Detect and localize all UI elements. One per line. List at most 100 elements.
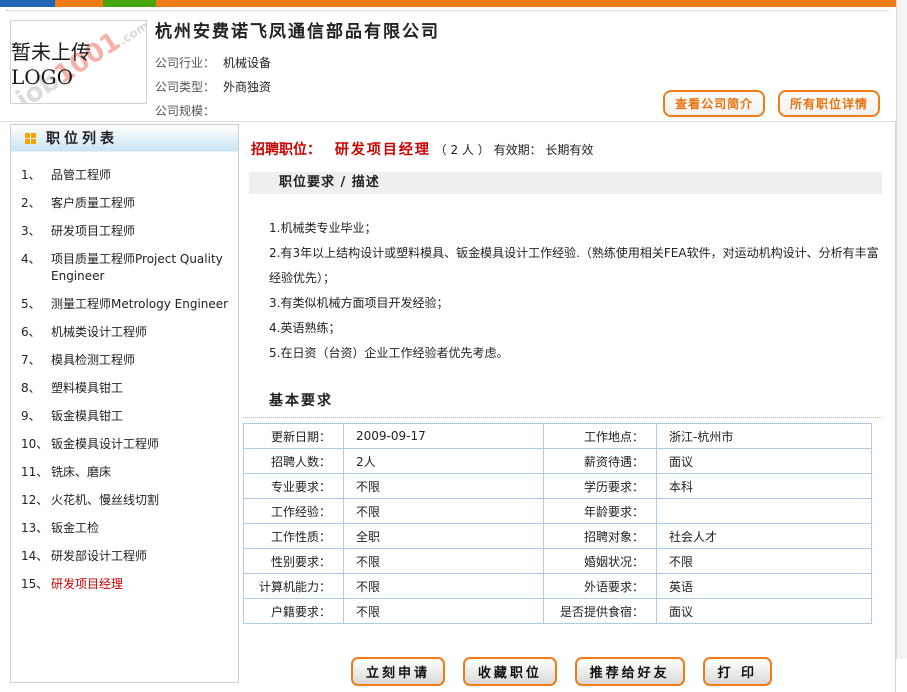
sidebar-item-job-8[interactable]: 8、塑料模具钳工: [21, 380, 232, 397]
table-row: 工作性质： 全职 招聘对象： 社会人才: [244, 524, 872, 549]
field-value: 机械设备: [223, 56, 271, 70]
field-label: 外语要求：: [544, 574, 657, 599]
field-value: 社会人才: [657, 524, 872, 549]
page-right-gutter: [896, 0, 907, 659]
field-value: 外商独资: [223, 80, 271, 94]
sidebar-item-job-14[interactable]: 14、研发部设计工程师: [21, 548, 232, 565]
field-value: 本科: [657, 474, 872, 499]
sidebar-item-job-2[interactable]: 2、客户质量工程师: [21, 195, 232, 212]
job-detail-main: 招聘职位： 研发项目经理 （ 2 人 ） 有效期： 长期有效 职位要求 / 描述…: [239, 122, 895, 692]
job-headcount: （ 2 人 ）: [435, 143, 490, 157]
sidebar-item-job-4[interactable]: 4、项目质量工程师Project Quality Engineer: [21, 251, 232, 285]
field-label: 年龄要求：: [544, 499, 657, 524]
field-label: 学历要求：: [544, 474, 657, 499]
field-label: 性别要求：: [244, 549, 344, 574]
view-company-profile-button[interactable]: 查看公司简介: [663, 90, 765, 117]
table-row: 专业要求： 不限 学历要求： 本科: [244, 474, 872, 499]
field-value: [657, 499, 872, 524]
table-row: 户籍要求： 不限 是否提供食宿： 面议: [244, 599, 872, 624]
sidebar-item-job-15-active[interactable]: 15、研发项目经理: [21, 576, 232, 593]
field-value: 2009-09-17: [344, 424, 544, 449]
table-row: 招聘人数： 2人 薪资待遇： 面议: [244, 449, 872, 474]
field-label: 更新日期：: [244, 424, 344, 449]
sidebar-item-job-1[interactable]: 1、品管工程师: [21, 167, 232, 184]
validity-label: 有效期：: [494, 143, 542, 157]
field-label: 工作性质：: [244, 524, 344, 549]
job-list: 1、品管工程师 2、客户质量工程师 3、研发项目工程师 4、项目质量工程师Pro…: [11, 152, 238, 614]
field-value: 不限: [657, 549, 872, 574]
field-label: 工作地点：: [544, 424, 657, 449]
field-value: 英语: [657, 574, 872, 599]
sidebar-title: 职位列表: [46, 128, 118, 148]
validity-value: 长期有效: [545, 143, 593, 157]
desc-line: 1.机械类专业毕业；: [269, 216, 882, 241]
field-value: 不限: [344, 499, 544, 524]
sidebar-item-job-11[interactable]: 11、铣床、磨床: [21, 464, 232, 481]
table-row: 工作经验： 不限 年龄要求：: [244, 499, 872, 524]
sidebar-item-job-5[interactable]: 5、测量工程师Metrology Engineer: [21, 296, 232, 313]
field-label: 招聘人数：: [244, 449, 344, 474]
topbar-segment-orange-long: [156, 0, 896, 7]
job-title-row: 招聘职位： 研发项目经理 （ 2 人 ） 有效期： 长期有效: [241, 122, 882, 172]
grid-icon: [25, 133, 36, 144]
recommend-to-friend-button[interactable]: 推荐给好友: [575, 657, 685, 686]
action-buttons-row: 立刻申请 收藏职位 推荐给好友 打 印: [241, 657, 882, 692]
sidebar-item-job-12[interactable]: 12、火花机、慢丝线切割: [21, 492, 232, 509]
apply-now-button[interactable]: 立刻申请: [351, 657, 445, 686]
topbar-segment-green: [103, 0, 156, 7]
all-jobs-detail-button[interactable]: 所有职位详情: [778, 90, 880, 117]
sidebar-item-job-13[interactable]: 13、钣金工检: [21, 520, 232, 537]
table-row: 计算机能力： 不限 外语要求： 英语: [244, 574, 872, 599]
field-label: 工作经验：: [244, 499, 344, 524]
desc-line: 2.有3年以上结构设计或塑料模具、钣金模具设计工作经验.（熟练使用相关FEA软件…: [269, 241, 882, 291]
field-value: 全职: [344, 524, 544, 549]
job-title: 研发项目经理: [335, 142, 431, 158]
sidebar-item-job-6[interactable]: 6、机械类设计工程师: [21, 324, 232, 341]
basic-requirements-header: 基本要求: [269, 390, 882, 410]
top-color-bar: [0, 0, 896, 7]
desc-line: 4.英语熟练；: [269, 316, 882, 341]
field-value: 面议: [657, 599, 872, 624]
field-value: 不限: [344, 549, 544, 574]
field-label: 专业要求：: [244, 474, 344, 499]
print-button[interactable]: 打 印: [703, 657, 773, 686]
logo-placeholder-text: 暂未上传LOGO: [11, 21, 146, 103]
field-label: 公司类型：: [155, 80, 215, 94]
field-label: 是否提供食宿：: [544, 599, 657, 624]
dotted-divider: [243, 417, 882, 418]
sidebar-header: 职位列表: [11, 125, 238, 152]
field-value: 不限: [344, 474, 544, 499]
field-label: 婚姻状况：: [544, 549, 657, 574]
content-area: 职位列表 1、品管工程师 2、客户质量工程师 3、研发项目工程师 4、项目质量工…: [0, 121, 896, 692]
header-buttons: 查看公司简介 所有职位详情: [654, 90, 880, 117]
save-job-button[interactable]: 收藏职位: [463, 657, 557, 686]
field-label: 公司规模：: [155, 104, 215, 118]
sidebar-item-job-7[interactable]: 7、模具检测工程师: [21, 352, 232, 369]
topbar-segment-blue: [0, 0, 55, 7]
field-label: 薪资待遇：: [544, 449, 657, 474]
company-industry-row: 公司行业： 机械设备: [155, 51, 896, 75]
field-value: 2人: [344, 449, 544, 474]
topbar-segment-orange: [55, 0, 103, 7]
field-label: 计算机能力：: [244, 574, 344, 599]
table-row: 更新日期： 2009-09-17 工作地点： 浙江-杭州市: [244, 424, 872, 449]
sidebar-item-job-3[interactable]: 3、研发项目工程师: [21, 223, 232, 240]
sidebar-item-job-10[interactable]: 10、钣金模具设计工程师: [21, 436, 232, 453]
sidebar-item-job-9[interactable]: 9、钣金模具钳工: [21, 408, 232, 425]
table-row: 性别要求： 不限 婚姻状况： 不限: [244, 549, 872, 574]
field-value: 不限: [344, 599, 544, 624]
company-logo-placeholder: job1001.com 暂未上传LOGO: [10, 20, 147, 104]
field-label: 公司行业：: [155, 56, 215, 70]
field-value: 面议: [657, 449, 872, 474]
job-description-header: 职位要求 / 描述: [249, 172, 882, 194]
job-list-sidebar: 职位列表 1、品管工程师 2、客户质量工程师 3、研发项目工程师 4、项目质量工…: [10, 124, 239, 683]
job-title-label: 招聘职位：: [251, 142, 321, 158]
company-header: job1001.com 暂未上传LOGO 杭州安费诺飞凤通信部品有限公司 公司行…: [0, 11, 896, 121]
page: job1001.com 暂未上传LOGO 杭州安费诺飞凤通信部品有限公司 公司行…: [0, 0, 896, 692]
desc-line: 3.有类似机械方面项目开发经验；: [269, 291, 882, 316]
company-name: 杭州安费诺飞凤通信部品有限公司: [155, 17, 896, 42]
field-value: 不限: [344, 574, 544, 599]
field-value: 浙江-杭州市: [657, 424, 872, 449]
job-description: 1.机械类专业毕业； 2.有3年以上结构设计或塑料模具、钣金模具设计工作经验.（…: [241, 194, 882, 374]
basic-requirements-table: 更新日期： 2009-09-17 工作地点： 浙江-杭州市 招聘人数： 2人 薪…: [243, 423, 872, 624]
